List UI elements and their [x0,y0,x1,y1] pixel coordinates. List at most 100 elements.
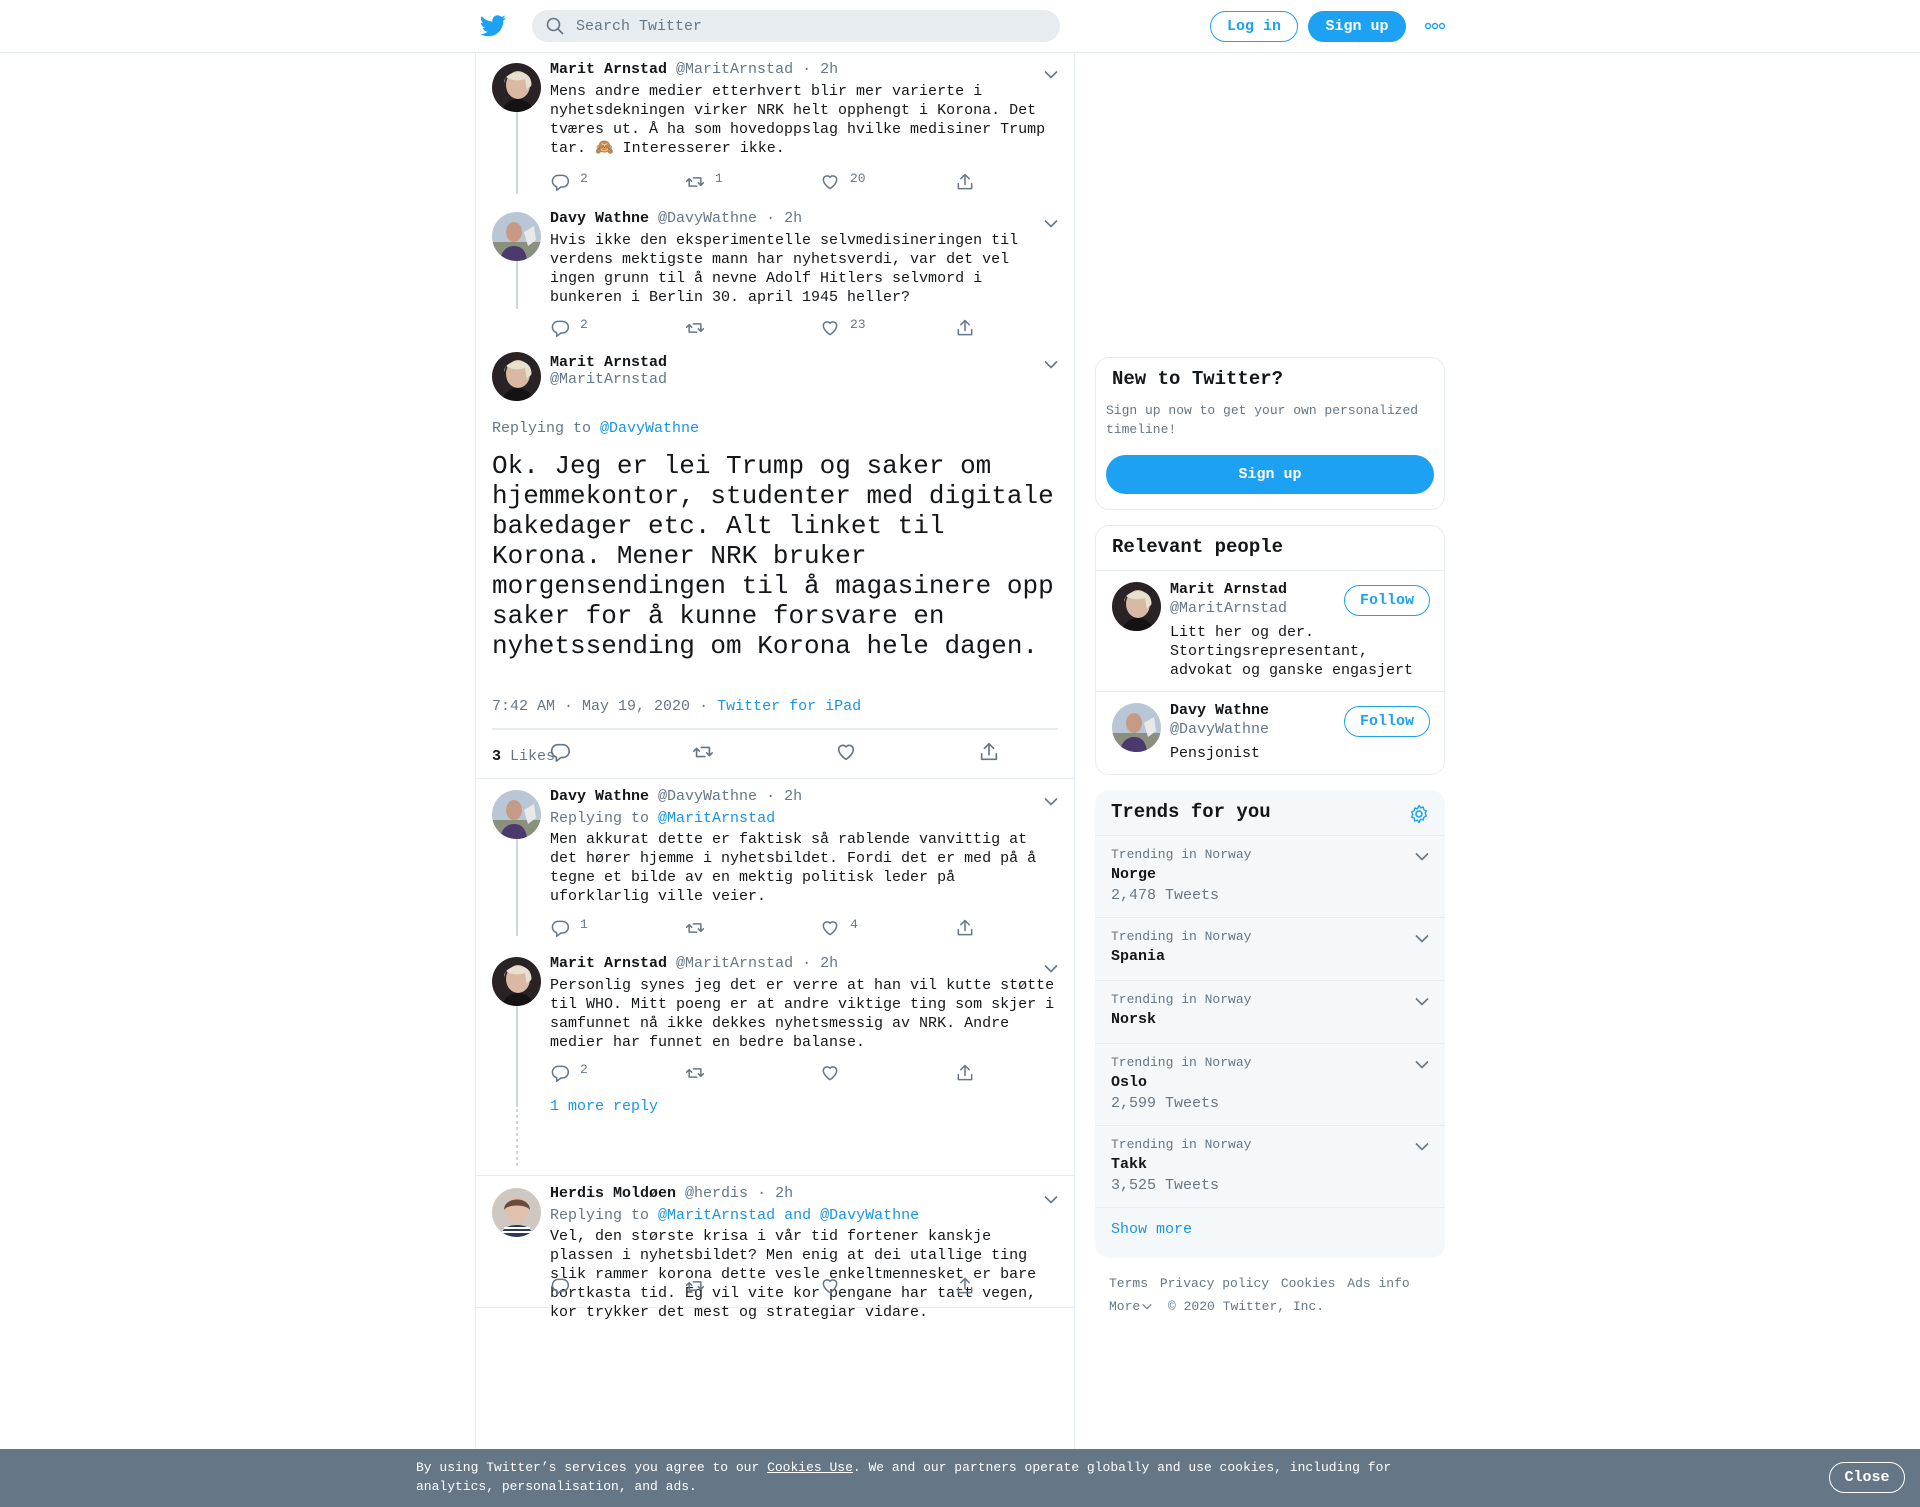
reply-button[interactable]: 2 [550,172,588,192]
share-button[interactable] [955,1276,975,1296]
reply-icon[interactable] [549,741,571,763]
avatar[interactable] [492,212,541,261]
cookies-use-link[interactable]: Cookies Use [767,1460,853,1475]
retweet-button[interactable] [685,918,715,938]
trend-item[interactable]: Trending in Norway Oslo 2,599 Tweets [1095,1043,1445,1125]
chevron-down-icon[interactable] [1044,964,1058,973]
settings-gear-icon[interactable] [1409,804,1429,824]
reply-button[interactable]: 2 [550,1063,588,1083]
footer-link-cookies[interactable]: Cookies [1281,1276,1336,1291]
chevron-down-icon[interactable] [1415,852,1429,861]
tweet-source[interactable]: Twitter for iPad [717,698,861,715]
tweet[interactable]: Davy Wathne @DavyWathne · 2h Replying to… [476,779,1074,946]
tweet[interactable]: Davy Wathne @DavyWathne · 2h Hvis ikke d… [476,201,1074,347]
tweet-time[interactable]: · 2h [766,210,802,227]
tweet[interactable]: Marit Arnstad @MaritArnstad · 2h Mens an… [476,53,1074,201]
author-name[interactable]: Marit Arnstad [550,61,667,78]
chevron-down-icon[interactable] [1044,360,1058,369]
share-button[interactable] [955,318,975,338]
login-button[interactable]: Log in [1210,11,1298,42]
author-handle[interactable]: @herdis [685,1185,748,1202]
twitter-logo-icon[interactable] [480,14,506,38]
author-handle[interactable]: @MaritArnstad [550,371,667,388]
retweet-button[interactable]: 1 [685,172,723,192]
like-button[interactable]: 4 [820,918,858,938]
follow-button[interactable]: Follow [1344,706,1430,737]
avatar[interactable] [1112,582,1161,631]
chevron-down-icon[interactable] [1044,219,1058,228]
replying-to-link[interactable]: @DavyWathne [600,420,699,437]
chevron-down-icon[interactable] [1415,997,1429,1006]
author-name[interactable]: Davy Wathne [550,788,649,805]
share-button[interactable] [955,172,975,192]
share-icon[interactable] [978,741,1000,763]
trend-item[interactable]: Trending in Norway Norge 2,478 Tweets [1095,835,1445,917]
replying-to-link[interactable]: @MaritArnstad and @DavyWathne [658,1207,919,1224]
more-replies-link[interactable]: 1 more reply [550,1098,658,1115]
author-handle[interactable]: @DavyWathne [658,210,757,227]
tweet-timestamp[interactable]: 7:42 AM · May 19, 2020 [492,698,690,715]
follow-button[interactable]: Follow [1344,585,1430,616]
retweet-button[interactable] [685,318,715,338]
author-handle[interactable]: @DavyWathne [658,788,757,805]
chevron-down-icon[interactable] [1044,1195,1058,1204]
chevron-down-icon[interactable] [1044,797,1058,806]
tweet-time[interactable]: · 2h [766,788,802,805]
avatar[interactable] [1112,703,1161,752]
share-button[interactable] [955,918,975,938]
chevron-down-icon[interactable] [1044,70,1058,79]
author-handle[interactable]: @MaritArnstad [676,955,793,972]
like-button[interactable]: 23 [820,318,866,338]
author-name[interactable]: Davy Wathne [550,210,649,227]
tweet-time[interactable]: · 2h [802,61,838,78]
author-name[interactable]: Herdis Moldøen [550,1185,676,1202]
signup-button[interactable]: Sign up [1308,11,1406,42]
close-button[interactable]: Close [1829,1462,1905,1493]
like-button[interactable] [820,1276,850,1296]
retweet-icon[interactable] [692,741,714,763]
retweet-button[interactable] [685,1063,715,1083]
trend-item[interactable]: Trending in Norway Takk 3,525 Tweets [1095,1125,1445,1207]
tweet-time[interactable]: · 2h [802,955,838,972]
chevron-down-icon[interactable] [1415,934,1429,943]
tweet-time[interactable]: · 2h [757,1185,793,1202]
person-item[interactable]: Davy Wathne @DavyWathne Pensjonist Follo… [1096,692,1444,774]
trend-item[interactable]: Trending in Norway Norsk [1095,980,1445,1043]
reply-button[interactable]: 2 [550,318,588,338]
search-input[interactable] [576,17,1016,35]
chevron-down-icon[interactable] [1415,1060,1429,1069]
author-name[interactable]: Marit Arnstad [550,354,667,371]
footer-link-privacy[interactable]: Privacy policy [1160,1276,1269,1291]
like-button[interactable] [820,1063,850,1083]
chevron-down-icon[interactable] [1142,1303,1152,1310]
trend-label: Trending in Norway [1111,992,1252,1007]
footer-link-ads[interactable]: Ads info [1347,1276,1409,1291]
author-handle[interactable]: @MaritArnstad [676,61,793,78]
heart-icon[interactable] [835,741,857,763]
person-name[interactable]: Davy Wathne [1170,701,1269,720]
footer-more-link[interactable]: More [1109,1299,1140,1314]
avatar[interactable] [492,1188,541,1237]
share-button[interactable] [955,1063,975,1083]
avatar[interactable] [492,352,541,401]
avatar[interactable] [492,63,541,112]
chevron-down-icon[interactable] [1415,1142,1429,1151]
like-button[interactable]: 20 [820,172,866,192]
show-more-row[interactable]: Show more [1095,1207,1445,1258]
reply-button[interactable] [550,1276,580,1296]
replying-to-link[interactable]: @MaritArnstad [658,810,775,827]
person-handle[interactable]: @DavyWathne [1170,720,1269,739]
avatar[interactable] [492,957,541,1006]
more-options-icon[interactable] [1424,20,1446,32]
author-name[interactable]: Marit Arnstad [550,955,667,972]
trend-item[interactable]: Trending in Norway Spania [1095,917,1445,980]
retweet-count: 1 [715,171,723,186]
show-more-link[interactable]: Show more [1111,1221,1192,1238]
avatar[interactable] [492,790,541,839]
retweet-button[interactable] [685,1276,715,1296]
search-box[interactable] [532,10,1060,42]
reply-button[interactable]: 1 [550,918,588,938]
person-item[interactable]: Marit Arnstad @MaritArnstad Litt her og … [1096,571,1444,691]
footer-link-terms[interactable]: Terms [1109,1276,1148,1291]
signup-button[interactable]: Sign up [1106,455,1434,494]
